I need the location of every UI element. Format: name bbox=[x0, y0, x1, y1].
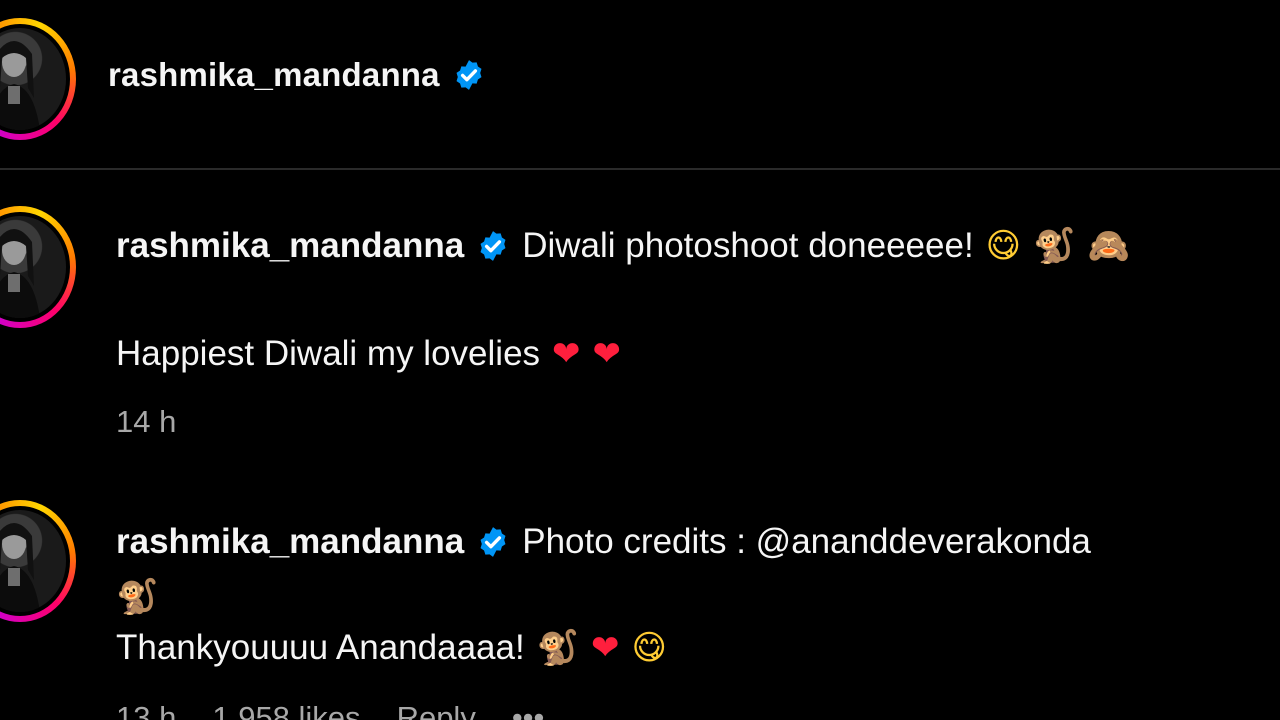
verified-badge-icon bbox=[476, 525, 510, 559]
comment-timestamp[interactable]: 13 h bbox=[116, 700, 176, 720]
red-heart-emoji: ❤ bbox=[591, 627, 620, 668]
red-heart-emoji: ❤ bbox=[592, 333, 622, 374]
verified-badge-icon bbox=[476, 229, 510, 263]
comment-avatar[interactable] bbox=[0, 206, 76, 328]
comment-text: Happiest Diwali my lovelies bbox=[116, 334, 541, 373]
comment-username[interactable]: rashmika_mandanna bbox=[116, 524, 464, 559]
comment-avatar[interactable] bbox=[0, 500, 76, 622]
comment-timestamp[interactable]: 14 h bbox=[116, 404, 176, 440]
comment-1-meta: 14 h bbox=[116, 404, 176, 440]
see-no-evil-monkey-emoji: 🙈 bbox=[1087, 225, 1130, 266]
comment-2-meta: 13 h 1,958 likes Reply ••• bbox=[116, 700, 544, 720]
comment-1-first-line: rashmika_mandanna Diwali photoshoot done… bbox=[116, 228, 1130, 263]
comment-2-first-line: rashmika_mandanna Photo credits : @anand… bbox=[116, 524, 1091, 559]
comment-2-second-line: Thankyouuuu Anandaaaa! 🐒 ❤ 😋 bbox=[116, 630, 667, 665]
comments-view: rashmika_mandanna rashmika_mandanna Diwa… bbox=[0, 0, 1280, 720]
avatar-person-icon bbox=[0, 41, 40, 130]
yum-face-emoji: 😋 bbox=[631, 627, 667, 668]
red-heart-emoji: ❤ bbox=[552, 333, 581, 374]
monkey-emoji: 🐒 bbox=[1033, 225, 1076, 266]
reply-button[interactable]: Reply bbox=[397, 700, 476, 720]
likes-count[interactable]: 1,958 likes bbox=[212, 700, 360, 720]
yum-face-emoji: 😋 bbox=[985, 225, 1022, 266]
comment-text: Photo credits : @ananddeverakonda bbox=[522, 522, 1091, 561]
header-username-row[interactable]: rashmika_mandanna bbox=[108, 56, 486, 94]
monkey-emoji: 🐒 bbox=[536, 627, 580, 668]
comment-2-wrap-line: 🐒 bbox=[116, 580, 158, 614]
comment-text: Diwali photoshoot doneeeee! bbox=[522, 226, 974, 265]
comment-1-second-line: Happiest Diwali my lovelies ❤ ❤ bbox=[116, 336, 621, 371]
header-divider bbox=[0, 168, 1280, 170]
verified-badge-icon bbox=[452, 58, 486, 92]
comment-text: Thankyouuuu Anandaaaa! bbox=[116, 628, 525, 667]
header-username[interactable]: rashmika_mandanna bbox=[108, 56, 440, 94]
header-avatar[interactable] bbox=[0, 18, 76, 140]
avatar-person-icon bbox=[0, 229, 40, 318]
monkey-emoji: 🐒 bbox=[116, 577, 159, 617]
more-options-icon[interactable]: ••• bbox=[512, 700, 545, 720]
avatar-person-icon bbox=[0, 523, 40, 612]
comment-username[interactable]: rashmika_mandanna bbox=[116, 228, 464, 263]
